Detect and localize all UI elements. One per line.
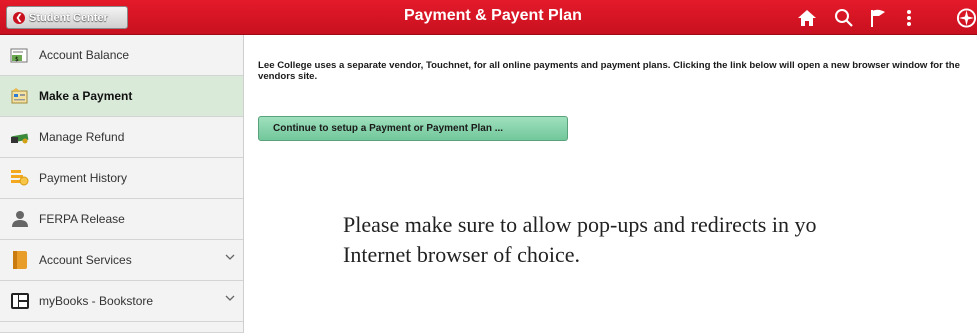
popup-note-line2: Internet browser of choice. (343, 242, 581, 267)
account-services-icon (10, 250, 30, 270)
flag-icon[interactable] (868, 8, 888, 28)
sidebar-item-label: myBooks - Bookstore (39, 294, 154, 308)
header-bar: ❮ Student Center Payment & Payent Plan (0, 0, 977, 35)
back-button-label: Student Center (29, 11, 108, 24)
sidebar-item-payment-history[interactable]: Payment History (0, 158, 243, 199)
sidebar: $ Account Balance Make a Payment Manage … (0, 35, 244, 333)
chevron-down-icon[interactable] (225, 295, 235, 302)
books-icon (10, 291, 30, 311)
make-payment-icon (10, 86, 30, 106)
person-icon (10, 209, 30, 229)
account-balance-icon: $ (10, 45, 30, 65)
sidebar-item-ferpa-release[interactable]: FERPA Release (0, 199, 243, 240)
chevron-down-icon[interactable] (225, 254, 235, 261)
sidebar-item-account-balance[interactable]: $ Account Balance (0, 35, 243, 76)
manage-refund-icon (10, 127, 30, 147)
more-vertical-icon[interactable] (899, 8, 919, 28)
vendor-info-text: Lee College uses a separate vendor, Touc… (258, 60, 960, 82)
sidebar-item-make-payment[interactable]: Make a Payment (0, 76, 243, 117)
sidebar-item-partial[interactable] (0, 322, 243, 333)
search-icon[interactable] (834, 8, 854, 28)
student-center-back-button[interactable]: ❮ Student Center (6, 6, 128, 29)
popup-note-line1: Please make sure to allow pop-ups and re… (343, 212, 817, 237)
home-icon[interactable] (797, 8, 817, 28)
continue-payment-button[interactable]: Continue to setup a Payment or Payment P… (258, 116, 568, 141)
sidebar-item-label: FERPA Release (39, 212, 125, 226)
sidebar-item-label: Payment History (39, 171, 128, 185)
chevron-left-icon: ❮ (13, 11, 25, 24)
page-title: Payment & Payent Plan (404, 7, 582, 24)
sidebar-item-label: Manage Refund (39, 130, 125, 144)
compass-icon[interactable] (956, 8, 977, 28)
sidebar-item-manage-refund[interactable]: Manage Refund (0, 117, 243, 158)
popup-note: Please make sure to allow pop-ups and re… (343, 210, 977, 270)
sidebar-item-label: Make a Payment (39, 89, 133, 103)
sidebar-item-label: Account Balance (39, 48, 130, 62)
sidebar-item-label: Account Services (39, 253, 132, 267)
svg-text:$: $ (15, 56, 19, 63)
sidebar-item-mybooks-bookstore[interactable]: myBooks - Bookstore (0, 281, 243, 322)
payment-history-icon (10, 168, 30, 188)
sidebar-item-account-services[interactable]: Account Services (0, 240, 243, 281)
